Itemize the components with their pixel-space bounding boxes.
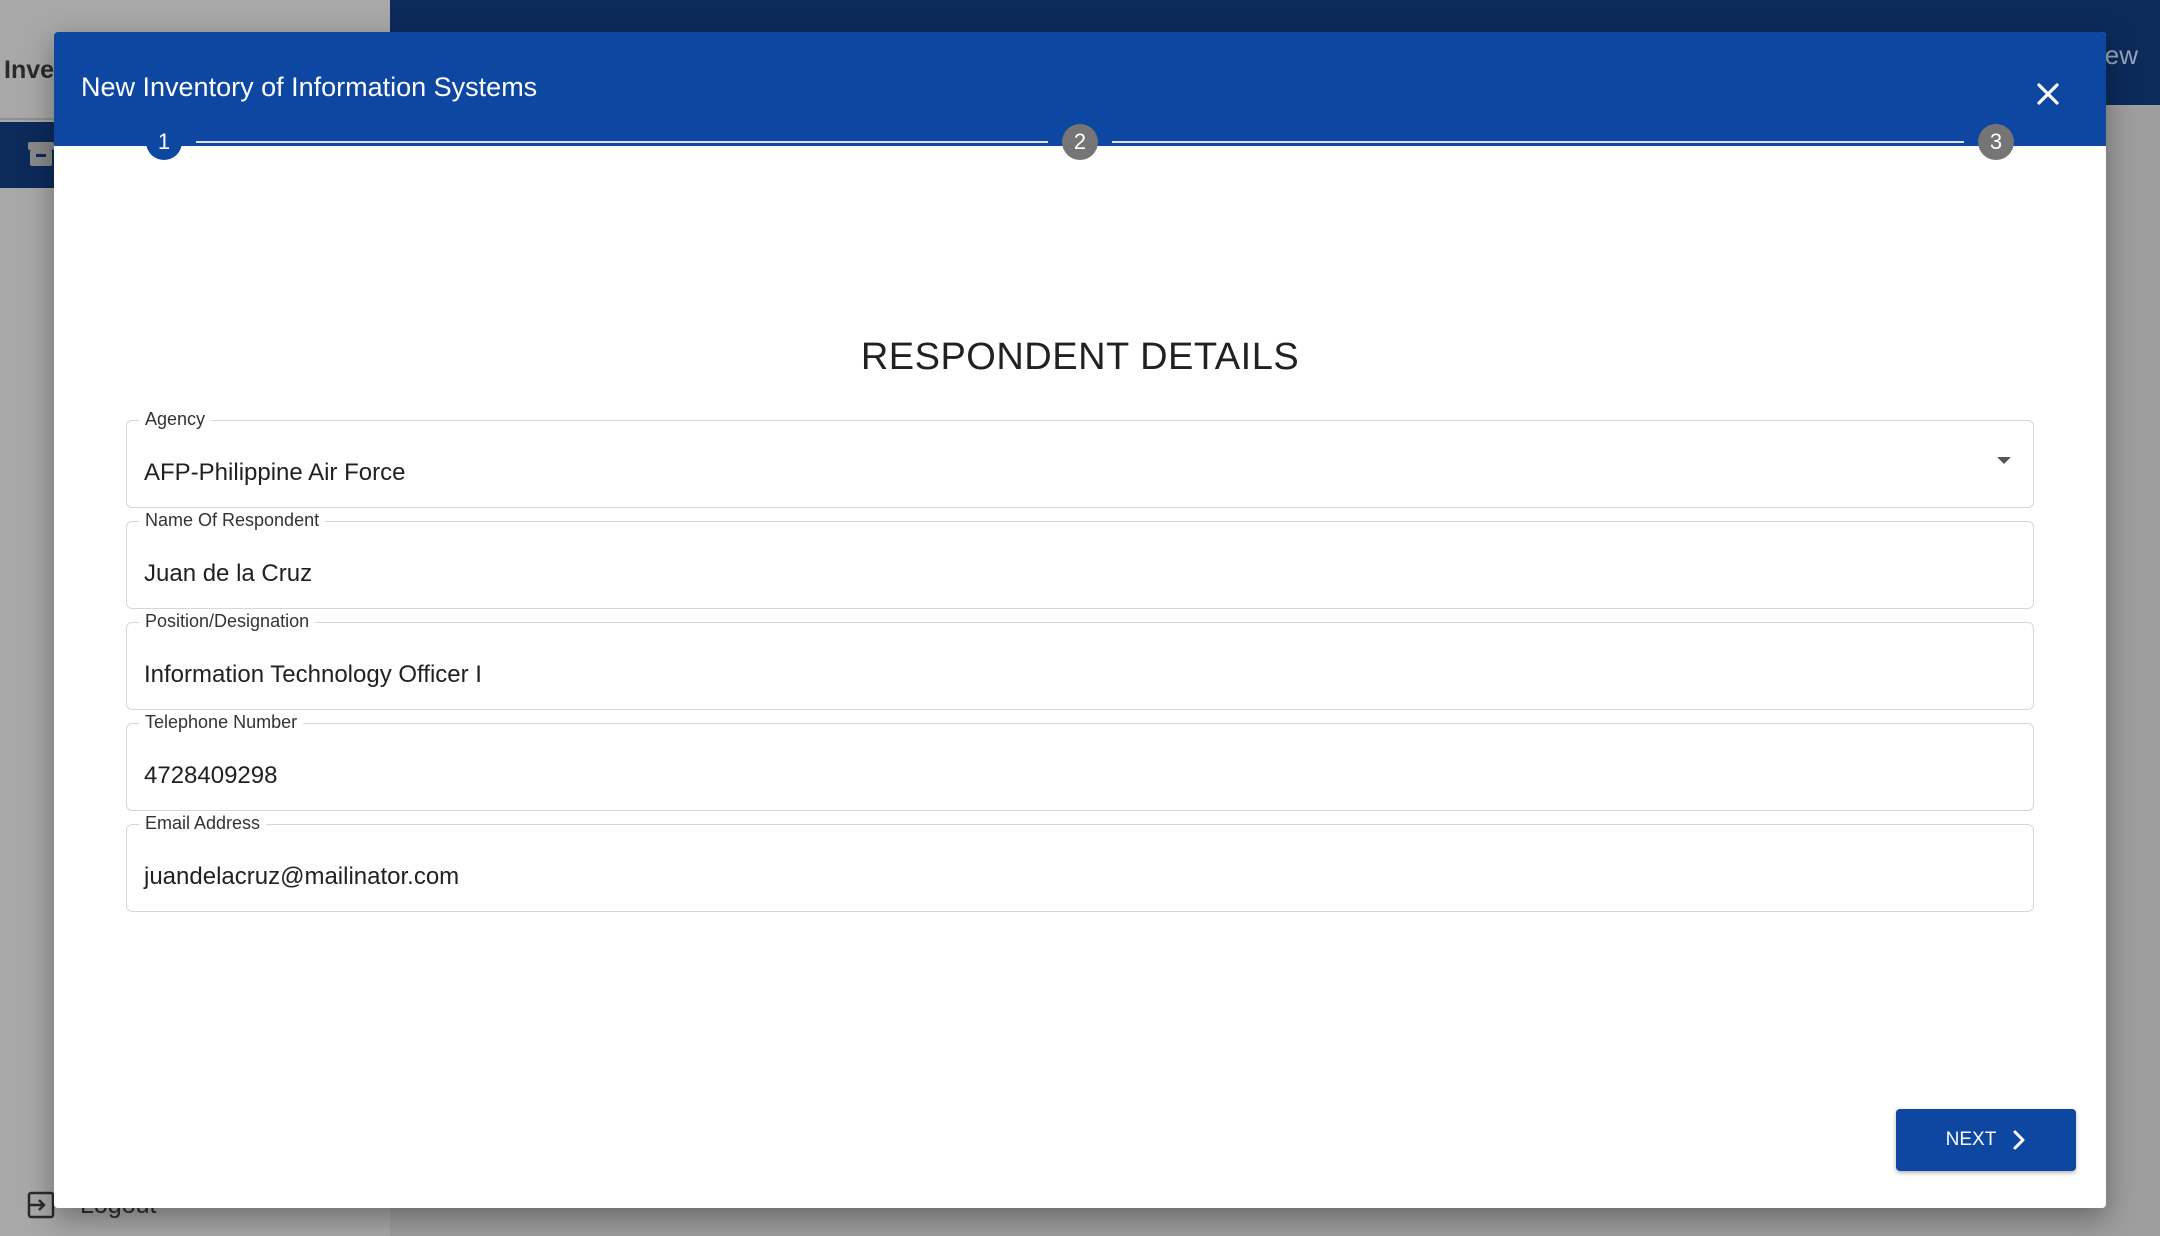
name-of-respondent-label: Name Of Respondent	[139, 510, 326, 531]
step-1-indicator[interactable]: 1	[146, 124, 182, 160]
background-topbar-text: ew	[2104, 40, 2138, 70]
stepper-connector	[196, 141, 1048, 143]
telephone-number-value: 4728409298	[144, 762, 278, 789]
email-address-value: juandelacruz@mailinator.com	[144, 863, 460, 890]
close-icon[interactable]	[2030, 76, 2066, 112]
dialog-title: New Inventory of Information Systems	[81, 72, 538, 102]
agency-label: Agency	[139, 409, 212, 430]
background-app-title: Inve	[4, 56, 55, 84]
section-title: RESPONDENT DETAILS	[860, 336, 1300, 378]
position-designation-value: Information Technology Officer I	[144, 661, 482, 688]
chevron-down-icon[interactable]	[1997, 457, 2011, 464]
telephone-number-label: Telephone Number	[139, 712, 304, 733]
new-inventory-dialog: New Inventory of Information Systems 1 2…	[54, 32, 2106, 1208]
next-button[interactable]: NEXT	[1896, 1109, 2076, 1171]
name-of-respondent-field[interactable]: Name Of Respondent Juan de la Cruz	[126, 510, 2034, 609]
position-designation-label: Position/Designation	[139, 611, 316, 632]
email-address-label: Email Address	[139, 813, 267, 834]
position-designation-field[interactable]: Position/Designation Information Technol…	[126, 611, 2034, 710]
email-address-field[interactable]: Email Address juandelacruz@mailinator.co…	[126, 813, 2034, 912]
agency-value: AFP-Philippine Air Force	[144, 459, 406, 486]
chevron-right-icon	[2013, 1130, 2025, 1150]
step-2-indicator[interactable]: 2	[1062, 124, 1098, 160]
archive-icon	[28, 142, 54, 166]
stepper-connector	[1112, 141, 1964, 143]
agency-select[interactable]: Agency AFP-Philippine Air Force	[126, 409, 2034, 508]
telephone-number-field[interactable]: Telephone Number 4728409298	[126, 712, 2034, 811]
step-3-indicator[interactable]: 3	[1978, 124, 2014, 160]
logout-icon	[27, 1191, 55, 1219]
name-of-respondent-value: Juan de la Cruz	[144, 560, 313, 587]
next-button-label: NEXT	[1945, 1129, 1997, 1150]
